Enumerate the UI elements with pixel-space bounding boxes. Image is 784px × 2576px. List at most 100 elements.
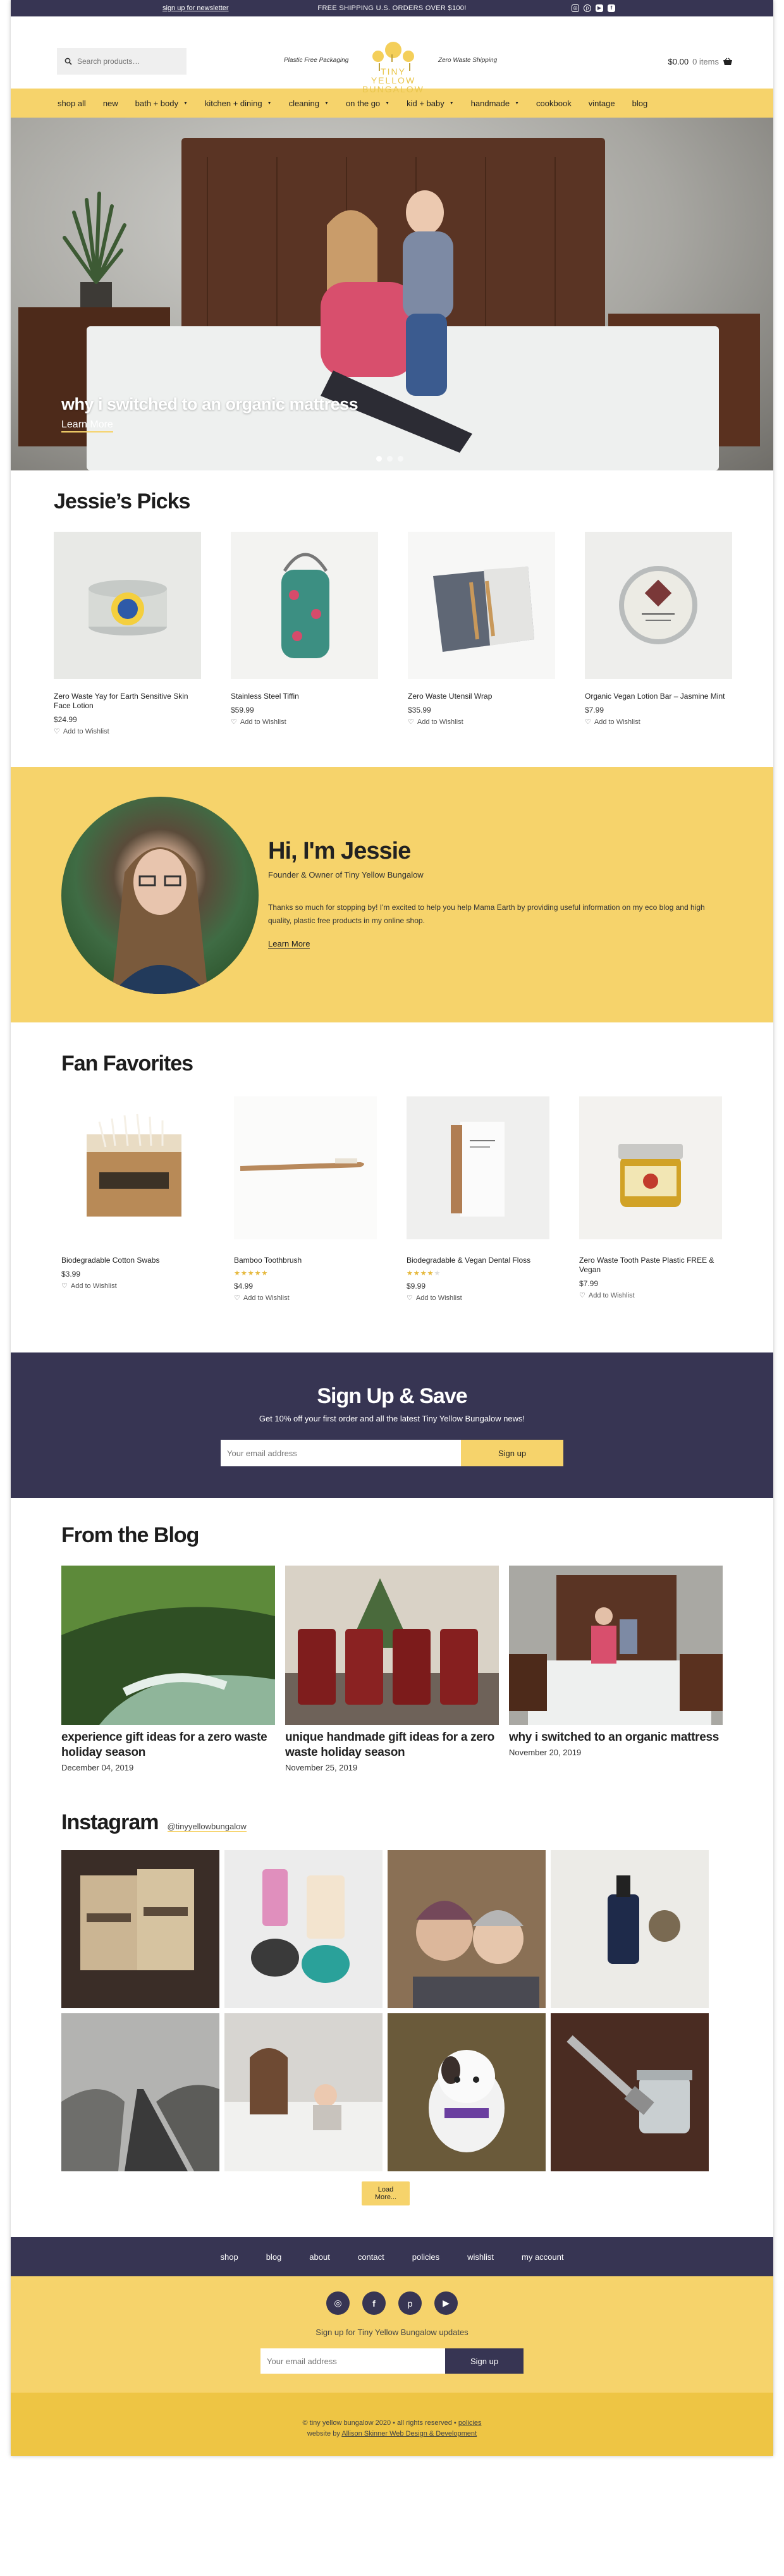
wishlist-link[interactable]: ♡ Add to Wishlist (585, 718, 732, 727)
footer-nav-link[interactable]: about (309, 2252, 330, 2262)
email-field[interactable] (221, 1440, 461, 1466)
blog-post[interactable]: why i switched to an organic mattress No… (509, 1566, 723, 1772)
post-image[interactable] (61, 1566, 275, 1725)
product-name[interactable]: Zero Waste Utensil Wrap (408, 692, 555, 701)
blog-post[interactable]: experience gift ideas for a zero waste h… (61, 1566, 275, 1772)
nav-item[interactable]: kitchen + dining ▼ (205, 99, 272, 108)
product-name[interactable]: Biodegradable & Vegan Dental Floss (407, 1256, 549, 1265)
nav-item[interactable]: on the go ▼ (346, 99, 389, 108)
product-card[interactable]: Zero Waste Tooth Paste Plastic FREE & Ve… (579, 1096, 722, 1302)
policies-link[interactable]: policies (458, 2419, 482, 2427)
search-input[interactable] (77, 57, 178, 66)
youtube-icon[interactable]: ▶ (434, 2291, 458, 2315)
hero-slider[interactable]: why i switched to an organic mattress Le… (11, 118, 773, 470)
hero-learn-more-link[interactable]: Learn More (61, 419, 113, 432)
instagram-photo[interactable] (61, 2013, 219, 2171)
post-title[interactable]: why i switched to an organic mattress (509, 1730, 723, 1745)
nav-item[interactable]: blog (632, 99, 648, 108)
nav-item[interactable]: shop all (58, 99, 86, 108)
instagram-photo[interactable] (551, 1850, 709, 2008)
instagram-photo[interactable] (388, 1850, 546, 2008)
product-image[interactable] (585, 532, 732, 679)
instagram-icon[interactable]: ◎ (326, 2291, 350, 2315)
product-name[interactable]: Bamboo Toothbrush (234, 1256, 377, 1265)
nav-item[interactable]: cookbook (536, 99, 572, 108)
wishlist-label: Add to Wishlist (70, 1282, 117, 1290)
footer-nav-link[interactable]: shop (221, 2252, 238, 2262)
product-card[interactable]: Biodegradable Cotton Swabs $3.99 ♡ Add to… (61, 1096, 204, 1302)
footer-email-field[interactable] (260, 2348, 445, 2374)
slider-dot[interactable] (387, 456, 393, 462)
product-card[interactable]: Bamboo Toothbrush ★★★★★ $4.99 ♡ Add to Wi… (234, 1096, 377, 1302)
product-card[interactable]: Organic Vegan Lotion Bar – Jasmine Mint … (585, 532, 732, 735)
wishlist-link[interactable]: ♡ Add to Wishlist (54, 727, 201, 736)
footer-nav-link[interactable]: wishlist (467, 2252, 494, 2262)
pinterest-icon[interactable]: p (398, 2291, 422, 2315)
wishlist-link[interactable]: ♡ Add to Wishlist (579, 1291, 722, 1300)
product-image[interactable] (407, 1096, 549, 1239)
nav-item[interactable]: handmade ▼ (471, 99, 519, 108)
post-title[interactable]: unique handmade gift ideas for a zero wa… (285, 1730, 499, 1760)
product-card[interactable]: Biodegradable & Vegan Dental Floss ★★★★★… (407, 1096, 549, 1302)
product-image[interactable] (408, 532, 555, 679)
about-learn-more-link[interactable]: Learn More (268, 939, 310, 949)
site-logo[interactable]: TINY YELLOW BUNGALOW (360, 39, 426, 94)
blog-post[interactable]: unique handmade gift ideas for a zero wa… (285, 1566, 499, 1772)
footer-signup-button[interactable]: Sign up (445, 2348, 524, 2374)
footer-nav-link[interactable]: my account (522, 2252, 563, 2262)
footer-nav-link[interactable]: blog (266, 2252, 282, 2262)
signup-button[interactable]: Sign up (461, 1440, 563, 1466)
search-box[interactable] (57, 48, 187, 75)
nav-item[interactable]: new (103, 99, 118, 108)
product-name[interactable]: Biodegradable Cotton Swabs (61, 1256, 204, 1265)
product-price: $35.99 (408, 706, 431, 715)
wishlist-link[interactable]: ♡ Add to Wishlist (408, 718, 555, 727)
post-image[interactable] (509, 1566, 723, 1725)
product-image[interactable] (234, 1096, 377, 1239)
product-name[interactable]: Stainless Steel Tiffin (231, 692, 378, 701)
pinterest-icon[interactable]: p (584, 4, 591, 12)
nav-item[interactable]: vintage (589, 99, 615, 108)
slider-dot[interactable] (398, 456, 403, 462)
instagram-photo[interactable] (388, 2013, 546, 2171)
product-name[interactable]: Zero Waste Tooth Paste Plastic FREE & Ve… (579, 1256, 722, 1275)
slider-dot[interactable] (376, 456, 382, 462)
product-image[interactable] (231, 532, 378, 679)
instagram-photo[interactable] (224, 2013, 383, 2171)
blog-title: From the Blog (61, 1523, 199, 1547)
blog-grid: experience gift ideas for a zero waste h… (61, 1566, 773, 1772)
instagram-handle-link[interactable]: @tinyyellowbungalow (167, 1822, 247, 1832)
footer-nav-link[interactable]: policies (412, 2252, 439, 2262)
product-image[interactable] (54, 532, 201, 679)
wishlist-link[interactable]: ♡ Add to Wishlist (61, 1282, 204, 1291)
load-more-button[interactable]: Load More... (362, 2181, 410, 2205)
nav-item[interactable]: cleaning ▼ (289, 99, 329, 108)
top-bar: sign up for newsletter FREE SHIPPING U.S… (11, 0, 773, 16)
product-card[interactable]: Zero Waste Yay for Earth Sensitive Skin … (54, 532, 201, 735)
about-intro: Thanks so much for stopping by! I'm exci… (268, 903, 705, 925)
instagram-icon[interactable]: ◎ (572, 4, 579, 12)
product-image[interactable] (579, 1096, 722, 1239)
wishlist-link[interactable]: ♡ Add to Wishlist (231, 718, 378, 727)
post-title[interactable]: experience gift ideas for a zero waste h… (61, 1730, 275, 1760)
youtube-icon[interactable]: ▶ (596, 4, 603, 12)
cart-link[interactable]: $0.00 0 items (668, 57, 733, 66)
wishlist-link[interactable]: ♡ Add to Wishlist (234, 1294, 377, 1303)
nav-item[interactable]: kid + baby ▼ (407, 99, 454, 108)
credit-link[interactable]: Allison Skinner Web Design & Development (341, 2430, 477, 2438)
facebook-icon[interactable]: f (362, 2291, 386, 2315)
instagram-photo[interactable] (551, 2013, 709, 2171)
product-name[interactable]: Zero Waste Yay for Earth Sensitive Skin … (54, 692, 201, 711)
product-card[interactable]: Stainless Steel Tiffin $59.99 ♡ Add to Wi… (231, 532, 378, 735)
wishlist-link[interactable]: ♡ Add to Wishlist (407, 1294, 549, 1303)
product-name[interactable]: Organic Vegan Lotion Bar – Jasmine Mint (585, 692, 732, 701)
instagram-photo[interactable] (224, 1850, 383, 2008)
instagram-photo[interactable] (61, 1850, 219, 2008)
hero-title: why i switched to an organic mattress (61, 395, 358, 414)
footer-nav-link[interactable]: contact (358, 2252, 384, 2262)
nav-item[interactable]: bath + body ▼ (135, 99, 188, 108)
facebook-icon[interactable]: f (608, 4, 615, 12)
product-card[interactable]: Zero Waste Utensil Wrap $35.99 ♡ Add to W… (408, 532, 555, 735)
post-image[interactable] (285, 1566, 499, 1725)
product-image[interactable] (61, 1096, 204, 1239)
